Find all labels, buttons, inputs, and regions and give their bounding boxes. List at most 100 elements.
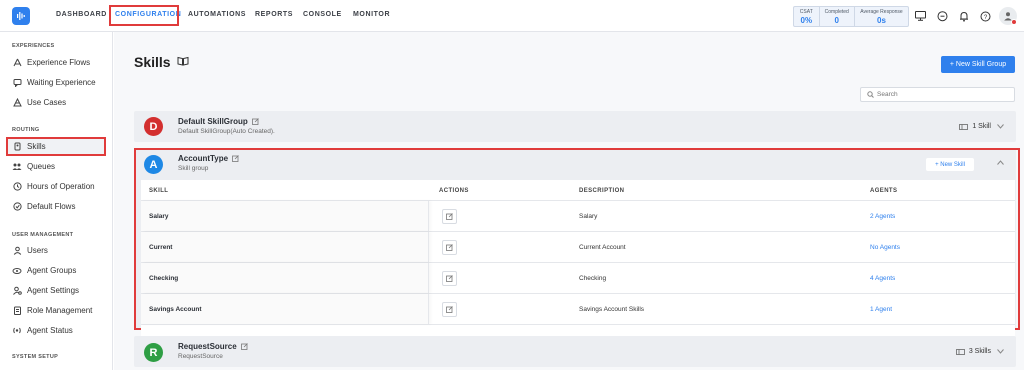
stat-csat: CSAT 0% (794, 7, 820, 26)
chevron-down-icon[interactable] (997, 124, 1004, 129)
skills-icon (12, 142, 22, 151)
usecase-icon (12, 97, 22, 107)
sidebar-item-label: Agent Status (27, 325, 73, 335)
sidebar-item-label: Agent Settings (27, 285, 80, 295)
nav-highlight-box (109, 5, 179, 26)
agent-groups-icon (12, 266, 22, 275)
sidebar-item-label: Experience Flows (27, 57, 91, 67)
chevron-down-icon[interactable] (997, 349, 1004, 354)
sidebar-item-waiting-experience[interactable]: Waiting Experience (12, 75, 96, 89)
edit-icon[interactable] (240, 343, 248, 352)
queues-icon (12, 162, 22, 171)
clock-icon (12, 181, 22, 191)
edit-icon (446, 306, 453, 313)
skill-agents-link[interactable]: 2 Agents (870, 201, 895, 231)
sidebar-item-agent-groups[interactable]: Agent Groups (12, 263, 76, 277)
user-avatar[interactable] (999, 7, 1017, 25)
skill-cell-bg (141, 232, 429, 262)
search-icon (867, 91, 874, 98)
sidebar-item-label: Skills (27, 141, 46, 151)
nav-dashboard[interactable]: DASHBOARD (56, 11, 107, 18)
column-header-skill[interactable]: SKILL (149, 180, 168, 201)
edit-skill-button[interactable] (442, 240, 457, 255)
table-row[interactable]: Checking Checking 4 Agents (141, 263, 1015, 294)
flow-icon (12, 58, 22, 67)
top-bar: DASHBOARD CONFIGURATION AUTOMATIONS REPO… (0, 0, 1024, 32)
skill-agents-link[interactable]: 1 Agent (870, 294, 892, 324)
sidebar-item-label: Users (27, 245, 48, 255)
group-name: RequestSource (178, 342, 248, 352)
sidebar-item-label: Agent Groups (27, 265, 77, 275)
sidebar-item-label: Queues (27, 161, 56, 171)
skill-name: Savings Account (149, 305, 202, 313)
sidebar-item-use-cases[interactable]: Use Cases (12, 95, 66, 109)
skill-cell-bg (141, 201, 429, 231)
app-logo[interactable] (12, 7, 30, 25)
edit-skill-button[interactable] (442, 271, 457, 286)
sidebar: EXPERIENCES Experience Flows Waiting Exp… (0, 32, 113, 370)
group-skill-count[interactable]: 3 Skills (955, 348, 1004, 355)
skill-group-requestsource[interactable]: R RequestSource RequestSource 3 Skills (134, 336, 1016, 367)
sidebar-item-queues[interactable]: Queues (12, 159, 55, 173)
stat-label: Completed (824, 9, 849, 15)
nav-reports[interactable]: REPORTS (255, 11, 293, 18)
edit-icon[interactable] (251, 118, 259, 127)
svg-text:?: ? (983, 14, 987, 20)
group-name-text: RequestSource (178, 342, 237, 351)
skill-name: Checking (149, 274, 179, 282)
status-icon (12, 326, 22, 335)
section-user-management: USER MANAGEMENT (12, 232, 74, 238)
table-row[interactable]: Current Current Account No Agents (141, 232, 1015, 263)
column-header-description[interactable]: DESCRIPTION (579, 180, 624, 201)
edit-skill-button[interactable] (442, 209, 457, 224)
skills-count-icon (955, 348, 965, 355)
skill-cell-bg (141, 263, 429, 293)
column-header-actions[interactable]: ACTIONS (439, 180, 469, 201)
skill-group-default[interactable]: D Default SkillGroup Default SkillGroup(… (134, 111, 1016, 142)
bell-icon[interactable] (957, 9, 971, 23)
book-icon[interactable] (177, 56, 189, 68)
skill-agents-link[interactable]: 4 Agents (870, 263, 895, 293)
role-icon (12, 306, 22, 315)
chat-icon[interactable] (935, 9, 949, 23)
table-row[interactable]: Salary Salary 2 Agents (141, 201, 1015, 232)
sidebar-item-skills[interactable]: Skills (12, 139, 46, 153)
default-flow-icon (12, 201, 22, 211)
sidebar-item-experience-flows[interactable]: Experience Flows (12, 55, 90, 69)
sidebar-item-label: Waiting Experience (27, 77, 96, 87)
group-skill-count[interactable]: 1 Skill (959, 123, 1004, 130)
sidebar-item-default-flows[interactable]: Default Flows (12, 199, 75, 213)
main-content: Skills + New Skill Group D Default Skill… (114, 32, 1024, 370)
sidebar-item-role-management[interactable]: Role Management (12, 303, 92, 317)
nav-monitor[interactable]: MONITOR (353, 11, 390, 18)
group-avatar: D (144, 117, 163, 136)
monitor-icon[interactable] (913, 9, 927, 23)
sidebar-item-agent-status[interactable]: Agent Status (12, 323, 73, 337)
help-icon[interactable]: ? (978, 9, 992, 23)
sidebar-item-label: Use Cases (27, 97, 67, 107)
users-icon (12, 246, 22, 255)
section-routing: ROUTING (12, 127, 40, 133)
new-skill-group-button[interactable]: + New Skill Group (941, 56, 1015, 73)
nav-console[interactable]: CONSOLE (303, 11, 342, 18)
search-input[interactable] (877, 91, 1007, 98)
nav-automations[interactable]: AUTOMATIONS (188, 11, 246, 18)
stat-value: 0% (800, 16, 813, 25)
skill-agents-link[interactable]: No Agents (870, 232, 900, 262)
table-row[interactable]: Savings Account Savings Account Skills 1… (141, 294, 1015, 325)
skill-description: Checking (579, 274, 607, 282)
group-subtitle: Default SkillGroup(Auto Created). (178, 128, 275, 135)
column-header-agents[interactable]: AGENTS (870, 180, 897, 201)
section-experiences: EXPERIENCES (12, 43, 55, 49)
group-subtitle: RequestSource (178, 353, 223, 360)
chat-icon (12, 78, 22, 87)
section-system-setup: SYSTEM SETUP (12, 354, 59, 360)
waveform-icon (17, 12, 25, 20)
sidebar-item-hours-of-operation[interactable]: Hours of Operation (12, 179, 95, 193)
stat-value: 0s (877, 16, 886, 25)
stat-completed: Completed 0 (820, 7, 855, 26)
stats-panel: CSAT 0% Completed 0 Average Response 0s (793, 6, 909, 27)
sidebar-item-agent-settings[interactable]: Agent Settings (12, 283, 79, 297)
edit-skill-button[interactable] (442, 302, 457, 317)
sidebar-item-users[interactable]: Users (12, 243, 48, 257)
